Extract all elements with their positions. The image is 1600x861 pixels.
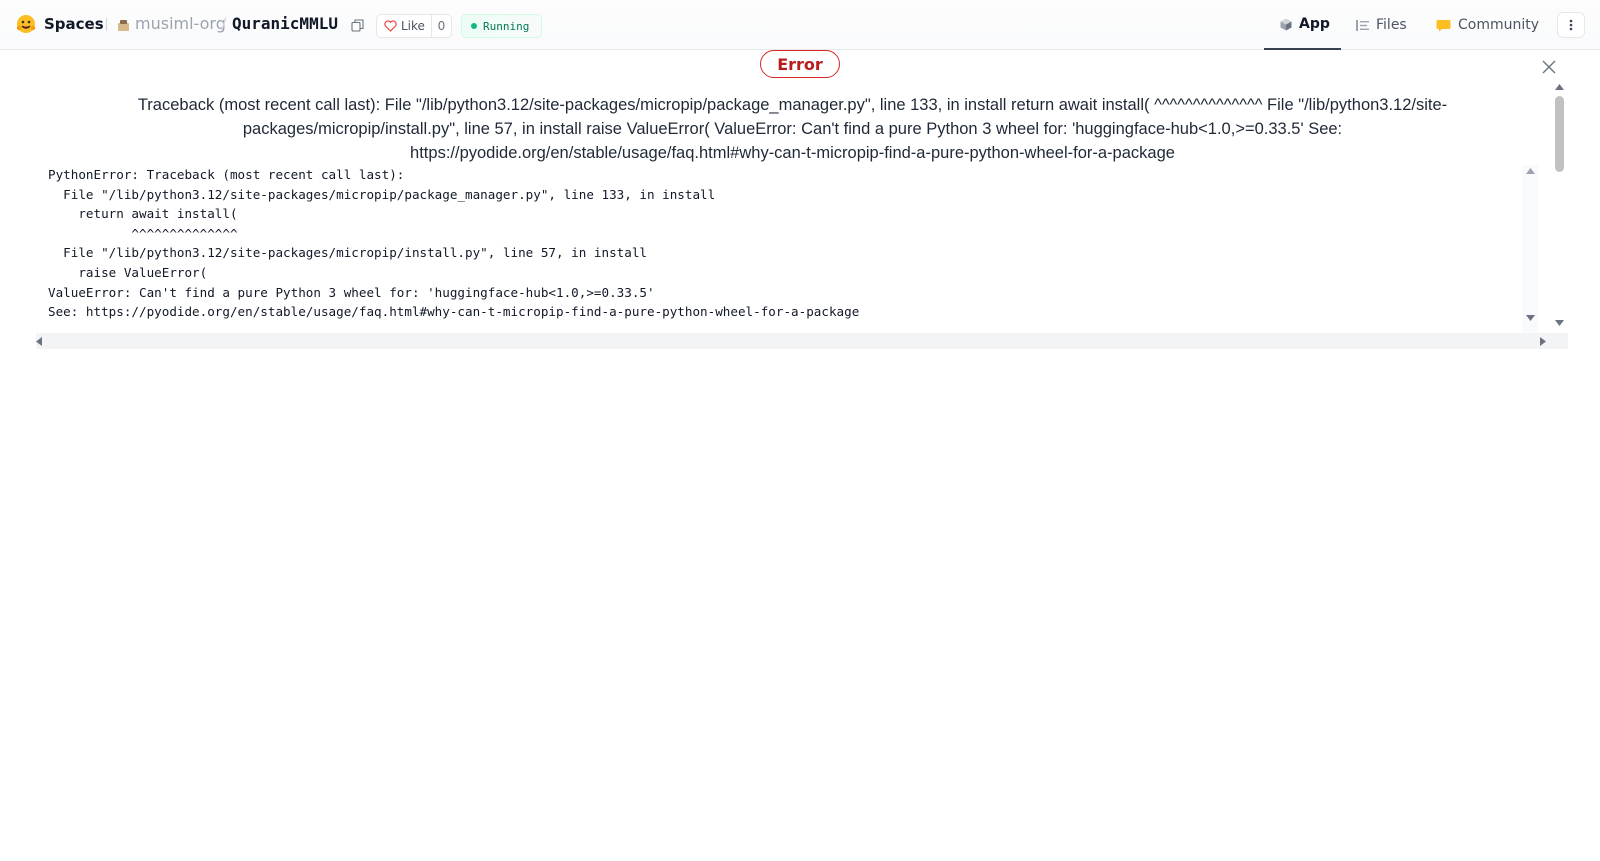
status-dot-icon	[471, 23, 477, 29]
hugging-face-logo-icon	[16, 15, 36, 33]
tab-files-label: Files	[1376, 17, 1407, 33]
traceback-panel: PythonError: Traceback (most recent call…	[36, 165, 1568, 350]
error-badge: Error	[760, 50, 840, 78]
divider	[106, 18, 107, 31]
page-scroll-thumb[interactable]	[1555, 96, 1564, 172]
scroll-right-arrow-icon[interactable]	[1540, 337, 1546, 346]
error-summary: Traceback (most recent call last): File …	[137, 96, 1448, 162]
tab-community-label: Community	[1458, 17, 1540, 33]
status-badge: Running	[461, 14, 542, 38]
repo-name-link[interactable]: QuranicMMLU	[232, 14, 338, 33]
tab-app[interactable]: App	[1264, 0, 1341, 50]
page-scroll-down-icon[interactable]	[1555, 320, 1564, 326]
tab-app-label: App	[1299, 16, 1330, 32]
vertical-dots-icon	[1569, 19, 1573, 31]
copy-icon[interactable]	[351, 19, 364, 32]
community-icon	[1436, 19, 1451, 31]
path-separator: /	[221, 14, 227, 33]
spaces-home-link[interactable]: Spaces	[16, 14, 104, 34]
traceback-text: PythonError: Traceback (most recent call…	[48, 167, 860, 320]
org-name-link[interactable]: musiml-org	[135, 14, 226, 33]
traceback-vertical-scrollbar[interactable]	[1522, 165, 1538, 333]
files-icon	[1356, 19, 1369, 31]
page-scroll-up-icon[interactable]	[1555, 84, 1564, 90]
like-button[interactable]: Like 0	[376, 14, 452, 38]
heart-icon	[384, 20, 397, 32]
like-count: 0	[437, 19, 446, 33]
tab-files[interactable]: Files	[1356, 0, 1407, 50]
scroll-left-arrow-icon[interactable]	[36, 337, 42, 346]
page-vertical-scrollbar[interactable]	[1551, 80, 1567, 330]
cube-icon	[1280, 18, 1292, 30]
brand-label: Spaces	[44, 15, 104, 33]
tab-community[interactable]: Community	[1436, 0, 1539, 50]
more-options-button[interactable]	[1557, 12, 1585, 38]
traceback-horizontal-scrollbar[interactable]	[36, 333, 1568, 349]
org-avatar-icon	[118, 20, 129, 31]
close-icon[interactable]	[1542, 60, 1556, 74]
top-navbar: Spaces musiml-org / QuranicMMLU Like 0 R…	[0, 0, 1600, 50]
like-label: Like	[401, 19, 425, 33]
status-label: Running	[483, 19, 530, 33]
scroll-up-arrow-icon[interactable]	[1526, 168, 1535, 174]
scroll-down-arrow-icon[interactable]	[1526, 315, 1535, 321]
